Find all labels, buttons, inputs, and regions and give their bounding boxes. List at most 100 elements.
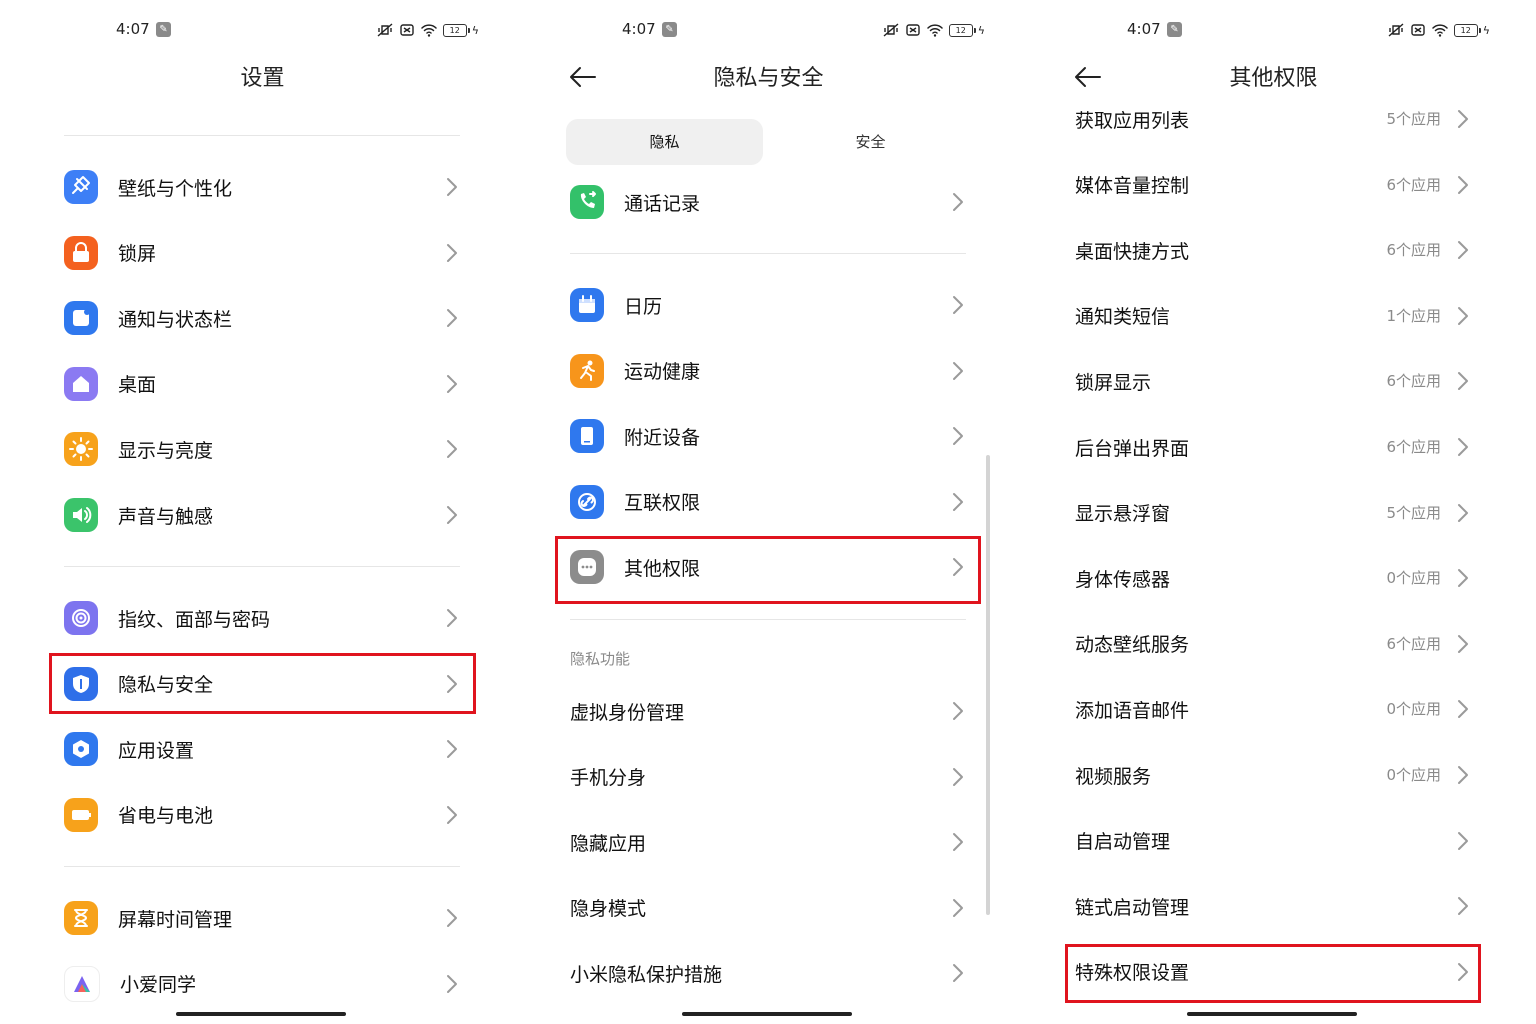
charging-icon: ϟ xyxy=(471,23,479,37)
settings-item-home[interactable]: 桌面 xyxy=(64,356,464,412)
settings-item-fingerprint[interactable]: 指纹、面部与密码 xyxy=(64,590,464,646)
chevron-right-icon xyxy=(1458,766,1468,784)
highlight-box xyxy=(555,536,981,604)
home-indicator[interactable] xyxy=(682,1012,852,1016)
item-label: 获取应用列表 xyxy=(1075,109,1190,132)
item-label: 手机分身 xyxy=(570,767,647,790)
home-icon xyxy=(64,366,98,401)
settings-item-brush[interactable]: 壁纸与个性化 xyxy=(64,159,464,215)
settings-item-link[interactable]: 互联权限 xyxy=(570,474,970,530)
home-indicator[interactable] xyxy=(176,1012,346,1016)
chevron-right-icon xyxy=(447,740,457,759)
link-icon xyxy=(570,484,604,519)
lock-icon xyxy=(64,235,98,270)
settings-item-phone[interactable]: 通话记录 xyxy=(570,174,970,230)
page-title: 其他权限 xyxy=(1229,66,1318,91)
sun-icon xyxy=(64,432,98,467)
settings-item-hourglass[interactable]: 屏幕时间管理 xyxy=(64,890,464,946)
item-label: 隐藏应用 xyxy=(570,832,647,855)
list-item[interactable]: 视频服务 0个应用 xyxy=(1075,747,1475,803)
item-label: 通话记录 xyxy=(624,192,701,215)
chevron-right-icon xyxy=(447,374,457,393)
app-count: 6个应用 xyxy=(1386,372,1441,391)
list-item[interactable]: 动态壁纸服务 6个应用 xyxy=(1075,616,1475,672)
item-label: 省电与电池 xyxy=(118,805,214,828)
item-label: 显示悬浮窗 xyxy=(1075,503,1171,526)
settings-item-device[interactable]: 附近设备 xyxy=(570,408,970,464)
home-indicator[interactable] xyxy=(1187,1012,1357,1016)
app-count: 5个应用 xyxy=(1386,110,1441,128)
settings-item-app-settings[interactable]: 应用设置 xyxy=(64,721,464,777)
device-icon xyxy=(570,419,604,454)
wrench-icon: ✎ xyxy=(662,22,677,37)
item-label: 屏幕时间管理 xyxy=(118,908,233,931)
list-item[interactable]: 后台弹出界面 6个应用 xyxy=(1075,419,1475,475)
item-label: 动态壁纸服务 xyxy=(1075,634,1190,657)
chevron-right-icon xyxy=(953,361,963,380)
wrench-icon: ✎ xyxy=(1167,22,1182,37)
charging-icon: ϟ xyxy=(977,23,985,37)
chevron-right-icon xyxy=(1458,897,1468,916)
tab-privacy[interactable]: 隐私 xyxy=(566,119,763,165)
mute-vibrate-icon xyxy=(377,23,393,37)
item-label: 身体传感器 xyxy=(1075,568,1171,591)
chevron-right-icon xyxy=(953,964,963,983)
chevron-right-icon xyxy=(447,909,457,927)
scrollbar[interactable] xyxy=(986,455,990,915)
item-label: 小米隐私保护措施 xyxy=(570,963,723,986)
list-item[interactable]: 虚拟身份管理 xyxy=(570,683,970,739)
chevron-right-icon xyxy=(447,309,457,328)
tab-security[interactable]: 安全 xyxy=(772,119,969,165)
notification-icon xyxy=(64,301,98,336)
list-item[interactable]: 身体传感器 0个应用 xyxy=(1075,550,1475,606)
list-item[interactable]: 媒体音量控制 6个应用 xyxy=(1075,157,1475,213)
settings-item-speaker[interactable]: 声音与触感 xyxy=(64,487,464,543)
settings-item-lock[interactable]: 锁屏 xyxy=(64,225,464,281)
app-count: 6个应用 xyxy=(1386,175,1441,194)
item-label: 通知类短信 xyxy=(1075,306,1171,329)
list-item[interactable]: 链式启动管理 xyxy=(1075,878,1475,934)
chevron-right-icon xyxy=(1458,700,1468,719)
item-label: 日历 xyxy=(624,295,663,318)
wifi-icon xyxy=(926,24,943,37)
settings-screen: 4:07 ✎ 12 ϟ 设置 壁纸与个性化 锁屏 通知与状态栏 桌面 显示与亮度 声音与触感… xyxy=(10,0,515,1024)
settings-item-xiaoai[interactable]: 小爱同学 xyxy=(64,956,464,1012)
battery-level: 12 xyxy=(1453,23,1478,37)
chevron-right-icon xyxy=(953,833,963,852)
list-item[interactable]: 小米隐私保护措施 xyxy=(570,945,970,1001)
list-item[interactable]: 手机分身 xyxy=(570,749,970,805)
settings-item-sun[interactable]: 显示与亮度 xyxy=(64,421,464,477)
list-item[interactable]: 桌面快捷方式 6个应用 xyxy=(1075,222,1475,278)
list-item[interactable]: 自启动管理 xyxy=(1075,813,1475,869)
divider xyxy=(64,135,460,136)
list-item[interactable]: 锁屏显示 6个应用 xyxy=(1075,353,1475,409)
settings-item-battery-saver[interactable]: 省电与电池 xyxy=(64,787,464,843)
item-label: 链式启动管理 xyxy=(1075,896,1190,919)
item-label: 附近设备 xyxy=(624,426,701,449)
list-item[interactable]: 通知类短信 1个应用 xyxy=(1075,288,1475,344)
battery-icon: 12 ϟ xyxy=(948,23,985,37)
list-item[interactable]: 隐藏应用 xyxy=(570,814,970,870)
app-count: 1个应用 xyxy=(1386,306,1441,325)
settings-item-running[interactable]: 运动健康 xyxy=(570,343,970,399)
chevron-right-icon xyxy=(1458,503,1468,522)
settings-item-notification[interactable]: 通知与状态栏 xyxy=(64,290,464,346)
status-time: 4:07 xyxy=(1127,20,1161,38)
phone-icon xyxy=(570,185,604,219)
divider xyxy=(570,619,966,620)
privacy-security-screen: 4:07 ✎ 12 ϟ 隐私与安全 隐私 安全 通话记录 日历 运动健康 附近设备 互联… xyxy=(516,0,1021,1024)
battery-icon: 12 ϟ xyxy=(442,23,479,37)
item-label: 媒体音量控制 xyxy=(1075,175,1190,198)
settings-item-calendar[interactable]: 日历 xyxy=(570,277,970,333)
chevron-right-icon xyxy=(1458,241,1468,260)
chevron-right-icon xyxy=(447,440,457,459)
hourglass-icon xyxy=(64,901,98,935)
list-item[interactable]: 获取应用列表 5个应用 xyxy=(1075,91,1475,147)
list-item[interactable]: 隐身模式 xyxy=(570,880,970,936)
item-label: 锁屏显示 xyxy=(1075,371,1152,394)
no-sim-icon xyxy=(906,24,920,36)
list-item[interactable]: 显示悬浮窗 5个应用 xyxy=(1075,485,1475,541)
list-item[interactable]: 添加语音邮件 0个应用 xyxy=(1075,681,1475,737)
chevron-right-icon xyxy=(447,805,457,824)
item-label: 后台弹出界面 xyxy=(1075,437,1190,460)
